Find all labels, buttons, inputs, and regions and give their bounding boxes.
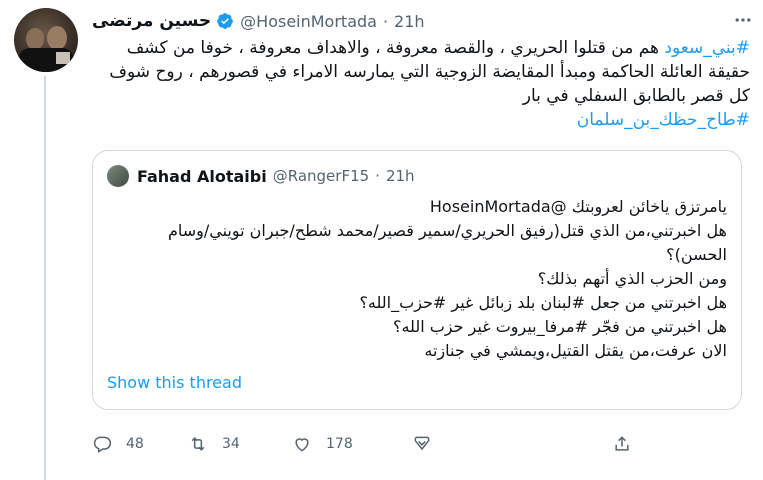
quoted-author-name: Fahad Alotaibi — [137, 166, 267, 186]
quoted-line: يامرتزق ياخائن لعروبتك @HoseinMortada — [429, 197, 727, 216]
quoted-line: ومن الحزب الذي أتهم بذلك؟ — [537, 269, 727, 288]
quoted-line: هل اخبرتني من جعل #لبنان بلد زبائل غير #… — [359, 293, 727, 312]
tweet-header: حسين مرتضى @HoseinMortada · 21h — [92, 10, 425, 32]
quoted-line: الان عرفت،من يقتل القتيل،ويمشي في جنازته — [424, 341, 727, 360]
quoted-tweet-header: Fahad Alotaibi @RangerF15 · 21h — [137, 165, 415, 187]
retweet-icon — [191, 437, 205, 451]
tweet[interactable]: حسين مرتضى @HoseinMortada · 21h #بني_سعو… — [0, 0, 763, 480]
reply-count: 48 — [126, 436, 144, 452]
author-avatar[interactable] — [14, 8, 78, 72]
retweet-button[interactable]: 34 — [188, 432, 240, 456]
author-name[interactable]: حسين مرتضى — [92, 11, 211, 31]
show-thread-link[interactable]: Show this thread — [107, 373, 242, 392]
bookmark-button[interactable] — [412, 432, 446, 456]
bookmark-icon — [414, 436, 430, 451]
quoted-line: هل اخبرتني،من الذي قتل(رفيق الحريري/سمير… — [167, 221, 727, 264]
thread-line — [44, 76, 46, 480]
separator-dot: · — [375, 167, 380, 185]
share-icon — [615, 436, 629, 451]
like-button[interactable]: 178 — [292, 432, 353, 456]
quoted-line: هل اخبرتني من فجّر #مرفا_بيروت غير حزب ا… — [392, 317, 727, 336]
verified-badge-icon — [217, 13, 234, 29]
quoted-author-avatar[interactable] — [107, 165, 129, 187]
tweet-timestamp[interactable]: 21h — [394, 12, 425, 31]
tweet-text: #بني_سعود هم من قتلوا الحريري ، والقصة م… — [100, 36, 750, 132]
action-bar: 48 34 178 — [92, 432, 652, 456]
avatar-figure — [47, 26, 67, 50]
quoted-author-handle: @RangerF15 — [272, 167, 370, 185]
retweet-count: 34 — [222, 436, 240, 452]
share-button[interactable] — [612, 432, 646, 456]
separator-dot: · — [382, 11, 389, 31]
author-handle[interactable]: @HoseinMortada — [240, 12, 377, 31]
quoted-tweet-timestamp: 21h — [385, 167, 415, 185]
hashtag-link[interactable]: #بني_سعود — [664, 38, 750, 58]
reply-button[interactable]: 48 — [92, 432, 144, 456]
hashtag-link[interactable]: #طاح_حظك_بن_سلمان — [577, 110, 750, 130]
avatar-figure — [26, 28, 44, 50]
avatar-detail — [56, 52, 70, 64]
reply-icon — [93, 436, 112, 453]
quoted-tweet-text: يامرتزق ياخائن لعروبتك @HoseinMortada هل… — [107, 195, 727, 363]
like-icon — [295, 438, 309, 452]
like-count: 178 — [326, 436, 353, 452]
quoted-tweet[interactable]: Fahad Alotaibi @RangerF15 · 21h يامرتزق … — [92, 150, 742, 410]
tweet-body: هم من قتلوا الحريري ، والقصة معروفة ، وا… — [109, 38, 750, 106]
more-icon[interactable] — [732, 10, 754, 30]
